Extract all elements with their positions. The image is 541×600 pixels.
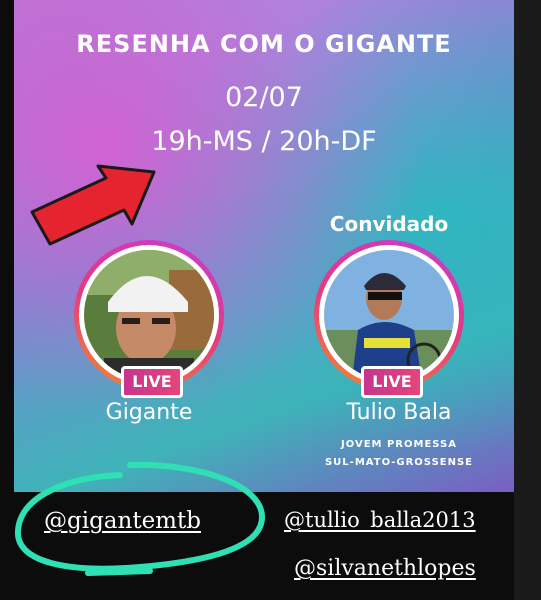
host-name: Gigante <box>105 400 193 425</box>
host-avatar-ring[interactable]: LIVE <box>74 240 224 398</box>
host-avatar <box>84 250 214 380</box>
guest-description-line2: SUL-MATO-GROSSENSE <box>324 457 473 468</box>
event-title: RESENHA COM O GIGANTE <box>76 30 452 58</box>
guest-photo <box>324 250 454 380</box>
event-time: 19h-MS / 20h-DF <box>151 126 377 157</box>
guest-handle-link[interactable]: @tullio_balla2013 <box>284 508 476 532</box>
guest-avatar <box>324 250 454 380</box>
highlight-circle <box>14 461 266 576</box>
guest-live-badge: LIVE <box>361 366 423 398</box>
guest-avatar-ring[interactable]: LIVE <box>314 240 464 398</box>
third-handle-link[interactable]: @silvanethlopes <box>294 556 476 581</box>
story-card: RESENHA COM O GIGANTE 02/07 19h-MS / 20h… <box>14 0 514 492</box>
guest-name: Tulio Bala <box>346 400 452 425</box>
guest-label: Convidado <box>329 212 449 236</box>
arrow-icon <box>30 164 156 246</box>
guest-description-line1: JOVEM PROMESSA <box>341 439 457 450</box>
event-date: 02/07 <box>225 82 303 113</box>
guest-description: JOVEM PROMESSA SUL-MATO-GROSSENSE <box>314 436 484 472</box>
host-live-badge: LIVE <box>121 366 183 398</box>
host-photo <box>84 250 214 380</box>
screen-edge <box>514 0 541 600</box>
